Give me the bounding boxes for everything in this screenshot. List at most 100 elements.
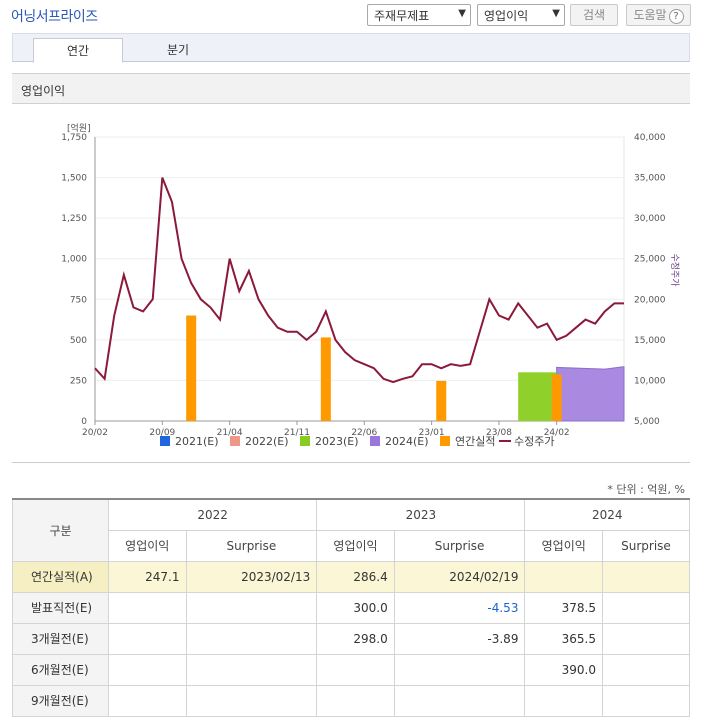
left-tick-label: 750 (70, 295, 87, 305)
table-cell: 365.5 (524, 622, 603, 655)
unit-note: * 단위 : 억원, % (607, 483, 685, 496)
row-label: 9개월전(E) (12, 684, 109, 717)
right-tick-label: 35,000 (634, 174, 666, 184)
sub-header: Surprise (185, 529, 318, 562)
chevron-down-icon: ▼ (458, 8, 466, 19)
metric-select-value: 영업이익 (484, 9, 529, 23)
sub-header: Surprise (601, 529, 691, 562)
legend-label: 연간실적 (455, 435, 495, 448)
table-cell (393, 684, 526, 717)
table-cell (316, 684, 395, 717)
period-tabs: 연간 분기 (12, 33, 690, 63)
statement-select[interactable]: 주재무제표 ▼ (367, 4, 471, 26)
right-tick-label: 40,000 (634, 133, 666, 143)
row-label: 3개월전(E) (12, 622, 109, 655)
metric-select[interactable]: 영업이익 ▼ (477, 4, 565, 26)
table-cell (185, 622, 318, 655)
row-label: 발표직전(E) (12, 591, 109, 624)
left-tick-label: 1,000 (61, 255, 87, 265)
table-cell: 300.0 (316, 591, 395, 624)
section-title: 영업이익 (21, 84, 66, 98)
sub-header: 영업이익 (108, 529, 187, 562)
left-tick-label: 0 (81, 417, 87, 427)
left-tick-label: 500 (70, 336, 87, 346)
page-title: 어닝서프라이즈 (11, 9, 98, 25)
legend-swatch (370, 436, 380, 446)
table-cell: 286.4 (316, 560, 395, 593)
table-cell: 378.5 (524, 591, 603, 624)
table-cell: -3.89 (393, 622, 526, 655)
table-cell (601, 622, 691, 655)
legend-swatch (160, 436, 170, 446)
legend-label: 2021(E) (175, 435, 219, 448)
tab-annual[interactable]: 연간 (33, 38, 123, 63)
row-label: 6개월전(E) (12, 653, 109, 686)
legend-label: 2024(E) (385, 435, 429, 448)
legend-swatch (230, 436, 240, 446)
right-tick-label: 15,000 (634, 336, 666, 346)
chevron-down-icon: ▼ (552, 8, 560, 19)
earnings-chart: 0 250 500 750 1,000 1,250 1,500 1,750 5,000 10,00… (61, 122, 680, 448)
legend-swatch (440, 436, 450, 446)
table-cell (108, 653, 187, 686)
annual-actual-bar (551, 374, 562, 421)
statement-select-value: 주재무제표 (374, 9, 430, 23)
legend-label: 2022(E) (245, 435, 289, 448)
table-cell (185, 591, 318, 624)
table-cell (185, 653, 318, 686)
annual-actual-bar (320, 337, 331, 421)
year-header: 2023 (316, 498, 526, 531)
table-cell (601, 653, 691, 686)
legend-label: 2023(E) (315, 435, 359, 448)
estimate-2023-area (518, 372, 557, 421)
table-cell: 2024/02/19 (393, 560, 526, 593)
annual-actual-bar (436, 380, 447, 421)
earnings-table: 구분 2022 2023 2024 영업이익 Surprise 영업이익 Sur… (12, 498, 691, 717)
question-icon: ? (668, 9, 684, 24)
table-row: 3개월전(E) 298.0 -3.89 365.5 (12, 622, 691, 655)
sub-header: 영업이익 (316, 529, 395, 562)
right-tick-label: 30,000 (634, 214, 666, 224)
right-tick-label: 20,000 (634, 295, 666, 305)
table-cell: 2023/02/13 (185, 560, 318, 593)
help-label: 도움말 (633, 8, 667, 22)
table-cell (108, 684, 187, 717)
table-cell (524, 684, 603, 717)
sub-header: Surprise (393, 529, 526, 562)
table-cell: -4.53 (393, 591, 526, 624)
divider (12, 462, 690, 463)
table-cell (108, 591, 187, 624)
legend-label: 수정주가 (514, 435, 554, 448)
top-bar: 어닝서프라이즈 주재무제표 ▼ 영업이익 ▼ 검색 도움말? (0, 0, 702, 32)
legend-swatch (300, 436, 310, 446)
annual-actual-bar (186, 315, 197, 421)
table-row: 연간실적(A) 247.1 2023/02/13 286.4 2024/02/19 (12, 560, 691, 593)
sub-header: 영업이익 (524, 529, 603, 562)
tab-quarter[interactable]: 분기 (133, 38, 223, 63)
section-header: 영업이익 (12, 73, 690, 104)
left-tick-label: 1,250 (61, 214, 87, 224)
right-tick-label: 25,000 (634, 255, 666, 265)
table-cell (601, 560, 691, 593)
table-cell: 390.0 (524, 653, 603, 686)
right-tick-label: 10,000 (634, 376, 666, 386)
x-tick-label: 20/02 (82, 428, 108, 438)
year-header: 2022 (107, 498, 318, 531)
table-cell (601, 591, 691, 624)
table-cell (185, 684, 318, 717)
help-button[interactable]: 도움말? (626, 4, 691, 26)
table-corner: 구분 (12, 498, 109, 562)
table-cell (524, 560, 603, 593)
row-label: 연간실적(A) (12, 560, 109, 593)
left-tick-label: 250 (70, 376, 87, 386)
left-axis-label: [억원] (67, 122, 91, 134)
table-cell (108, 622, 187, 655)
table-cell (393, 653, 526, 686)
table-row: 발표직전(E) 300.0 -4.53 378.5 (12, 591, 691, 624)
table-row: 9개월전(E) (12, 684, 691, 717)
left-tick-label: 1,750 (61, 133, 87, 143)
table-cell: 247.1 (108, 560, 187, 593)
right-tick-label: 5,000 (634, 417, 660, 427)
left-tick-label: 1,500 (61, 174, 87, 184)
search-button[interactable]: 검색 (570, 4, 618, 26)
